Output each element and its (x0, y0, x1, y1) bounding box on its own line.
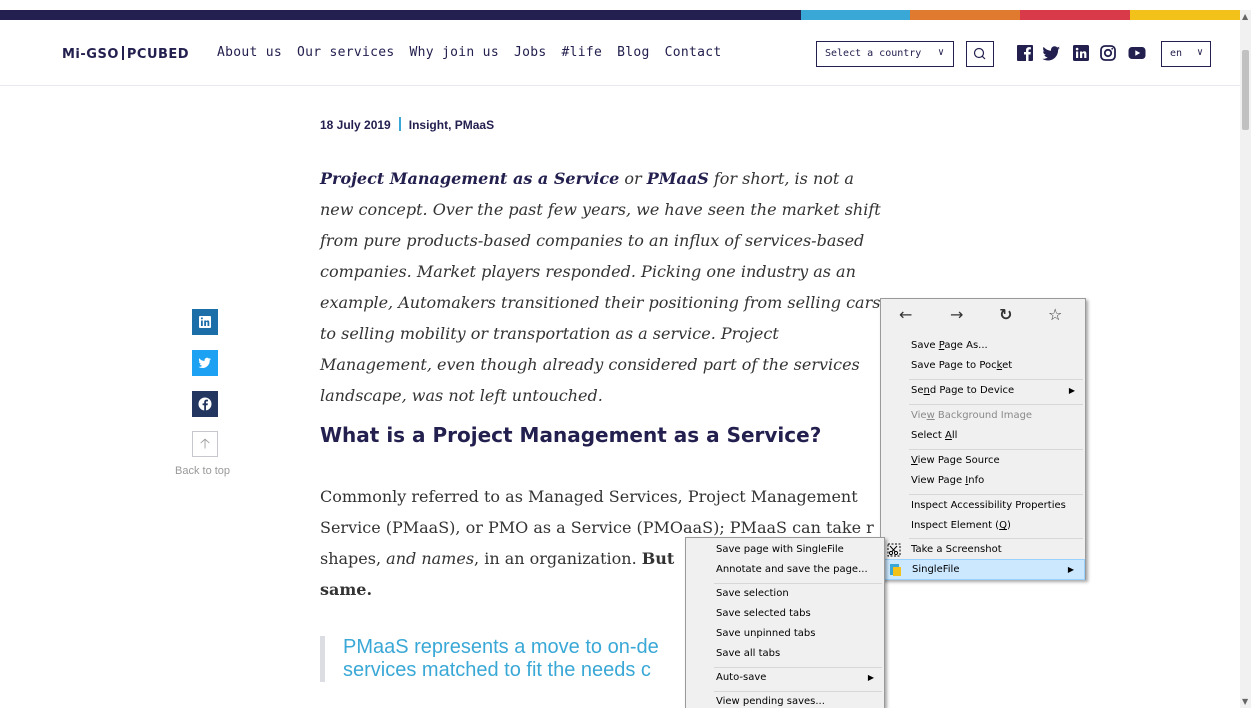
site-logo[interactable]: Mi-GSO PCUBED (62, 46, 189, 62)
reload-icon[interactable]: ↻ (999, 305, 1012, 324)
main-nav: About us Our services Why join us Jobs #… (217, 45, 737, 60)
facebook-icon[interactable] (1014, 42, 1036, 64)
language-select[interactable]: en ∨ (1161, 41, 1211, 67)
instagram-icon[interactable] (1097, 42, 1119, 64)
quote-line: PMaaS represents a move to on-de (343, 636, 659, 658)
menu-save-page-as[interactable]: Save Page As... (881, 336, 1085, 357)
linkedin-icon (199, 316, 211, 328)
submenu-arrow-icon: ▶ (867, 673, 874, 682)
article-date: 18 July 2019 (320, 118, 391, 132)
nav-life[interactable]: #life (561, 45, 602, 60)
chevron-down-icon: ∨ (1196, 47, 1203, 58)
singlefile-submenu: Save page with SingleFile Annotate and s… (685, 537, 885, 708)
nav-contact[interactable]: Contact (665, 45, 722, 60)
section-heading: What is a Project Management as a Servic… (320, 423, 822, 447)
lead-text-2: for short, is not a new concept. Over th… (320, 169, 881, 405)
nav-blog[interactable]: Blog (617, 45, 650, 60)
paragraph-line: Commonly referred to as Managed Services… (320, 487, 858, 506)
bookmark-star-icon[interactable]: ☆ (1048, 305, 1062, 324)
paragraph-text: shapes, (320, 549, 387, 568)
logo-divider (121, 46, 124, 60)
search-icon (973, 47, 986, 60)
back-to-top-label: Back to top (175, 465, 231, 477)
youtube-icon[interactable] (1126, 42, 1148, 64)
nav-our-services[interactable]: Our services (297, 45, 395, 60)
chevron-down-icon: ∨ (937, 47, 944, 58)
scrollbar-thumb[interactable] (1242, 50, 1249, 130)
submenu-view-pending-saves[interactable]: View pending saves... (686, 692, 884, 708)
scroll-down-arrow-icon[interactable]: ▼ (1242, 697, 1248, 706)
screenshot-scissors-icon (887, 543, 901, 557)
share-linkedin-button[interactable] (192, 309, 218, 335)
twitter-icon[interactable] (1040, 42, 1062, 64)
quote-line: services matched to fit the needs c (343, 659, 651, 681)
back-to-top-button[interactable]: 🡡 (192, 431, 218, 457)
menu-view-page-source[interactable]: View Page Source (881, 451, 1085, 472)
stripe-blue (801, 10, 910, 20)
submenu-save-unpinned-tabs[interactable]: Save unpinned tabs (686, 624, 884, 645)
menu-separator (909, 404, 1083, 405)
meta-divider (398, 117, 401, 131)
article-tags[interactable]: Insight, PMaaS (409, 118, 494, 132)
stripe-orange (910, 10, 1020, 20)
singlefile-icon (890, 564, 901, 576)
paragraph-italic: and names (386, 549, 475, 568)
menu-separator (909, 379, 1083, 380)
logo-migso: Mi-GSO (62, 47, 119, 62)
context-menu-navbar: ← → ↻ ☆ (881, 299, 1085, 333)
paragraph-bold: But (641, 549, 675, 568)
submenu-save-page-singlefile[interactable]: Save page with SingleFile (686, 540, 884, 561)
linkedin-icon[interactable] (1070, 42, 1092, 64)
paragraph-text: , in an organization. (474, 549, 642, 568)
lead-text-1: or (619, 169, 647, 188)
menu-inspect-element[interactable]: Inspect Element (Q) (881, 516, 1085, 537)
menu-singlefile[interactable]: SingleFile ▶ (881, 559, 1085, 580)
menu-save-to-pocket[interactable]: Save Page to Pocket (881, 356, 1085, 377)
facebook-icon (198, 397, 212, 411)
article-lead: Project Management as a Service or PMaaS… (320, 163, 890, 411)
menu-take-screenshot[interactable]: Take a Screenshot (881, 540, 1085, 561)
page-scrollbar[interactable]: ▲ ▼ (1240, 10, 1251, 708)
menu-inspect-accessibility[interactable]: Inspect Accessibility Properties (881, 496, 1085, 517)
logo-pcubed: PCUBED (126, 47, 190, 62)
menu-send-page-to-device[interactable]: Send Page to Device ▶ (881, 381, 1085, 402)
context-menu: ← → ↻ ☆ Save Page As... Save Page to Poc… (880, 298, 1086, 580)
nav-about-us[interactable]: About us (217, 45, 282, 60)
pull-quote: PMaaS represents a move to on-de service… (320, 636, 659, 682)
language-select-value: en (1170, 48, 1183, 59)
share-twitter-button[interactable] (192, 350, 218, 376)
forward-arrow-icon[interactable]: → (950, 305, 963, 324)
nav-jobs[interactable]: Jobs (514, 45, 547, 60)
menu-separator (909, 538, 1083, 539)
submenu-save-selection[interactable]: Save selection (686, 584, 884, 605)
lead-bold-2: PMaaS (646, 169, 709, 188)
submenu-auto-save[interactable]: Auto-save ▶ (686, 668, 884, 689)
stripe-navy (0, 10, 801, 20)
submenu-arrow-icon: ▶ (1067, 565, 1074, 574)
share-facebook-button[interactable] (192, 391, 218, 417)
search-button[interactable] (966, 41, 994, 67)
stripe-yellow (1130, 10, 1240, 20)
arrow-up-icon: 🡡 (199, 436, 211, 452)
submenu-arrow-icon: ▶ (1068, 386, 1075, 395)
submenu-annotate-and-save[interactable]: Annotate and save the page... (686, 560, 884, 581)
menu-select-all[interactable]: Select All (881, 426, 1085, 447)
stripe-red (1020, 10, 1130, 20)
country-select-value: Select a country (825, 48, 922, 59)
submenu-save-all-tabs[interactable]: Save all tabs (686, 644, 884, 665)
nav-why-join-us[interactable]: Why join us (410, 45, 499, 60)
menu-separator (909, 494, 1083, 495)
country-select[interactable]: Select a country ∨ (816, 41, 954, 67)
lead-bold-1: Project Management as a Service (320, 169, 620, 188)
menu-view-background-image: View Background Image (911, 410, 1033, 421)
menu-view-page-info[interactable]: View Page Info (881, 471, 1085, 492)
submenu-save-selected-tabs[interactable]: Save selected tabs (686, 604, 884, 625)
menu-separator (909, 449, 1083, 450)
site-header: Mi-GSO PCUBED About us Our services Why j… (0, 20, 1240, 86)
twitter-icon (198, 357, 211, 368)
brand-color-stripe (0, 10, 1240, 20)
article-meta: 18 July 2019 Insight, PMaaS (320, 117, 494, 132)
scroll-up-arrow-icon[interactable]: ▲ (1242, 12, 1248, 21)
back-arrow-icon[interactable]: ← (899, 305, 912, 324)
